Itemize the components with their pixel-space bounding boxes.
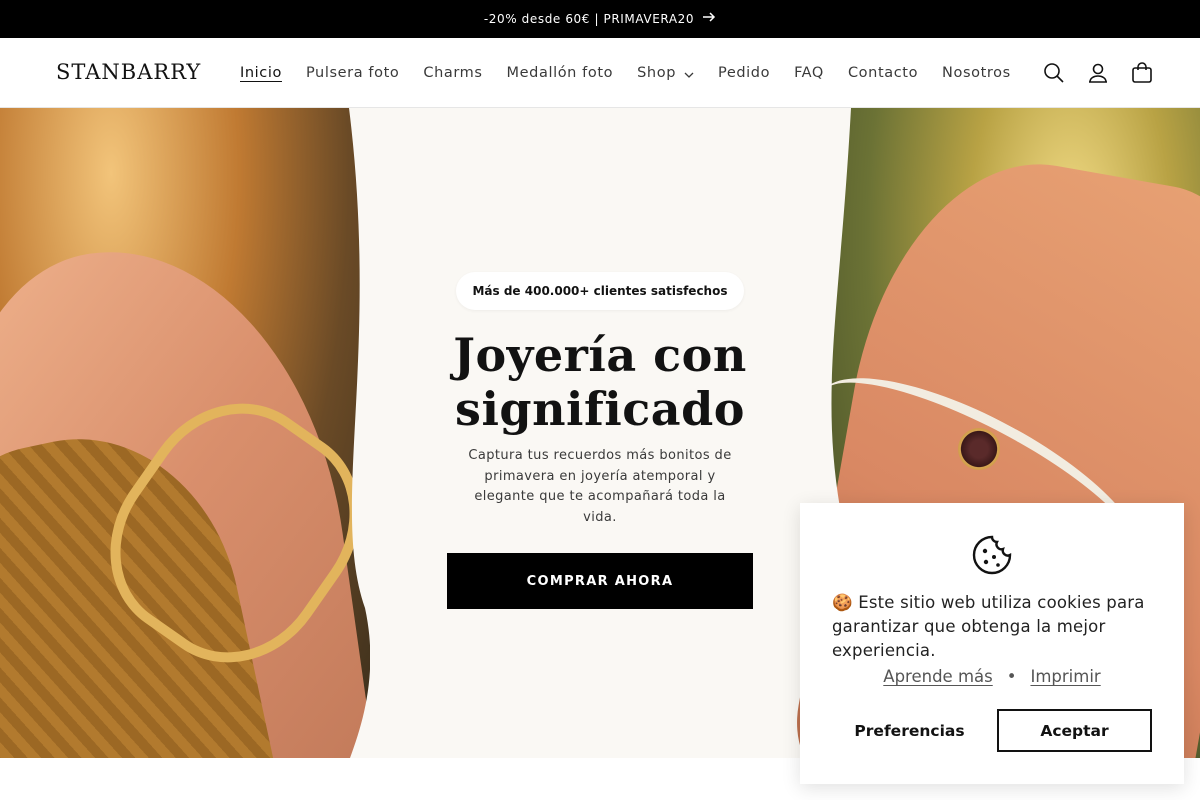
search-icon[interactable] (1042, 61, 1066, 85)
link-separator: • (1006, 667, 1017, 686)
nav-item-shop-label: Shop (637, 65, 676, 81)
cookie-message: 🍪 Este sitio web utiliza cookies para ga… (832, 593, 1145, 660)
cookie-links: Aprende más • Imprimir (832, 667, 1152, 686)
cookie-icon (972, 535, 1012, 575)
customers-badge: Más de 400.000+ clientes satisfechos (456, 272, 744, 310)
nav-item-nosotros[interactable]: Nosotros (930, 65, 1023, 81)
shop-now-button[interactable]: COMPRAR AHORA (447, 553, 753, 609)
nav-item-charms[interactable]: Charms (411, 65, 494, 81)
cookie-banner: 🍪 Este sitio web utiliza cookies para ga… (800, 503, 1184, 784)
nav-item-pedido[interactable]: Pedido (706, 65, 782, 81)
announcement-text[interactable]: -20% desde 60€ | PRIMAVERA20 (484, 12, 694, 26)
learn-more-link[interactable]: Aprende más (883, 667, 992, 686)
nav-item-pulsera-foto[interactable]: Pulsera foto (294, 65, 411, 81)
print-link[interactable]: Imprimir (1030, 667, 1100, 686)
accept-button[interactable]: Aceptar (997, 709, 1152, 752)
logo[interactable]: STANBARRY (56, 60, 201, 84)
hero-image-left (0, 108, 397, 758)
hero-subtitle: Captura tus recuerdos más bonitos de pri… (468, 448, 732, 525)
cart-icon[interactable] (1130, 61, 1154, 85)
photo-charm-image (958, 428, 1000, 470)
site-header: STANBARRY Inicio Pulsera foto Charms Med… (0, 38, 1200, 108)
chevron-down-icon (684, 68, 694, 78)
hero-content: Más de 400.000+ clientes satisfechos Joy… (360, 108, 840, 758)
account-icon[interactable] (1086, 61, 1110, 85)
main-nav: Inicio Pulsera foto Charms Medallón foto… (228, 38, 1023, 108)
cookie-buttons: Preferencias Aceptar (832, 709, 1152, 752)
arrow-right-icon[interactable] (702, 11, 716, 27)
nav-item-shop[interactable]: Shop (625, 65, 706, 81)
hero-title: Joyería con significado (453, 328, 747, 436)
header-icons (1042, 38, 1154, 108)
nav-item-contacto[interactable]: Contacto (836, 65, 930, 81)
nav-item-faq[interactable]: FAQ (782, 65, 836, 81)
nav-item-medallon-foto[interactable]: Medallón foto (495, 65, 626, 81)
preferences-button[interactable]: Preferencias (832, 709, 987, 752)
announcement-bar[interactable]: -20% desde 60€ | PRIMAVERA20 (0, 0, 1200, 38)
nav-item-inicio[interactable]: Inicio (228, 65, 294, 81)
